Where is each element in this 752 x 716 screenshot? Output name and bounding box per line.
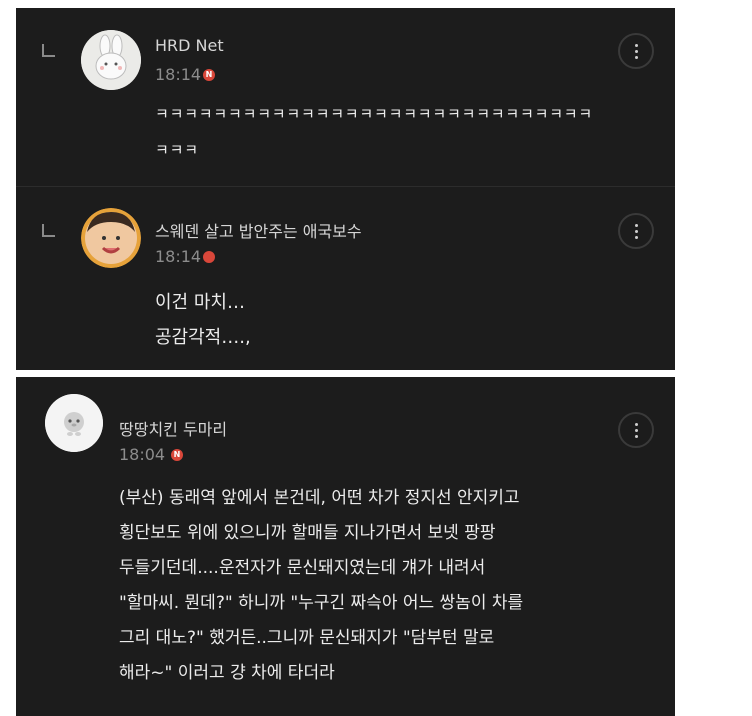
comment-author[interactable]: 스웨덴 살고 밥안주는 애국보수 <box>155 218 362 242</box>
comment-body-line: "할마씨. 뭔데?" 하니까 "누구긴 짜슥아 어느 쌍놈이 차를 <box>119 593 524 613</box>
comment-time: 18:14 <box>155 65 202 84</box>
comment-author[interactable]: 땅땅치킨 두마리 <box>119 416 227 440</box>
avatar[interactable] <box>45 394 103 452</box>
person-avatar-icon <box>81 208 141 268</box>
comment-body-line: 해라~" 이러고 걍 차에 타더라 <box>119 663 335 683</box>
comment-divider <box>16 186 675 187</box>
comment-panel-bottom: 땅땅치킨 두마리 18:04 N (부산) 동래역 앞에서 본건데, 어떤 차가… <box>16 377 675 716</box>
comment-body-line: 그리 대노?" 했거든..그니까 문신돼지가 "담부턴 말로 <box>119 628 495 648</box>
comment-body-line: ㅋㅋㅋ <box>155 141 199 159</box>
comment-body-line: 이건 마치… <box>155 292 245 313</box>
reply-arrow-icon <box>42 44 55 57</box>
more-options-button[interactable] <box>618 33 654 69</box>
new-badge: N <box>171 449 183 461</box>
avatar[interactable] <box>81 208 141 268</box>
comment-panel-top: HRD Net 18:14 N ㅋㅋㅋㅋㅋㅋㅋㅋㅋㅋㅋㅋㅋㅋㅋㅋㅋㅋㅋㅋㅋㅋㅋㅋ… <box>16 8 675 370</box>
comment-body-line: 두들기던데....운전자가 문신돼지였는데 걔가 내려서 <box>119 558 486 578</box>
comment-time: 18:14 <box>155 247 202 266</box>
status-dot <box>203 251 215 263</box>
comment-author[interactable]: HRD Net <box>155 36 224 55</box>
reply-arrow-icon <box>42 224 55 237</box>
comment-time: 18:04 <box>119 445 166 464</box>
avatar[interactable] <box>81 30 141 90</box>
new-badge: N <box>203 69 215 81</box>
more-options-button[interactable] <box>618 213 654 249</box>
comment-body-line: (부산) 동래역 앞에서 본건데, 어떤 차가 정지선 안지키고 <box>119 488 520 508</box>
comment-body-line: ㅋㅋㅋㅋㅋㅋㅋㅋㅋㅋㅋㅋㅋㅋㅋㅋㅋㅋㅋㅋㅋㅋㅋㅋㅋㅋㅋㅋㅋㅋ <box>155 105 594 123</box>
comment-body-line: 공감각적…., <box>155 327 251 348</box>
comment-body-line: 횡단보도 위에 있으니까 할매들 지나가면서 보넷 팡팡 <box>119 523 496 543</box>
chick-avatar-icon <box>45 394 103 452</box>
bunny-avatar-icon <box>81 30 141 90</box>
more-options-button[interactable] <box>618 412 654 448</box>
